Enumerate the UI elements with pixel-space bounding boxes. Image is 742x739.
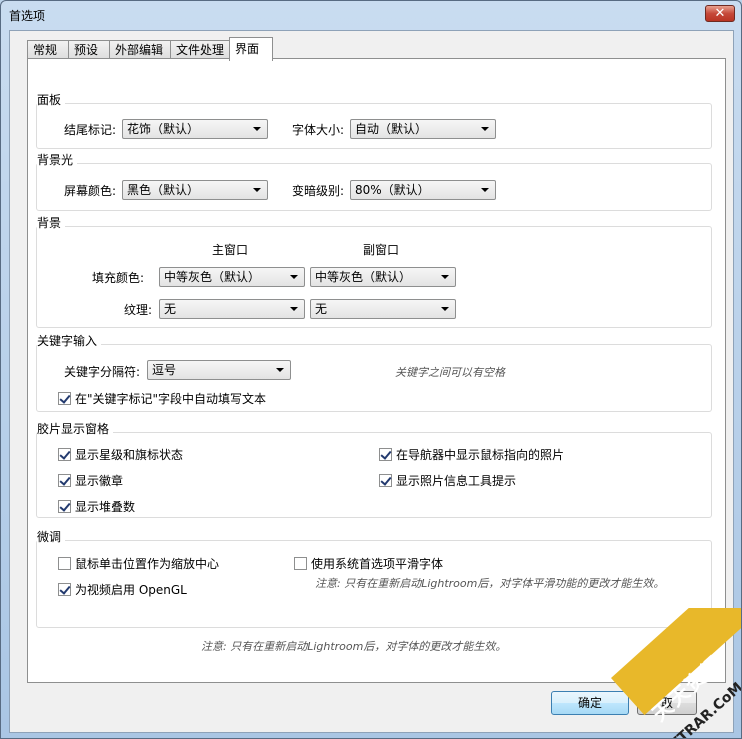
interface-tab-panel: 面板 结尾标记: 花饰（默认） 字体大小: 自动（默认） 背景光 屏幕颜色: 黑…: [27, 58, 726, 683]
autofill-keyword-label: 在"关键字标记"字段中自动填写文本: [75, 392, 267, 406]
filmstrip-group: 胶片显示窗格 显示星级和旗标状态 显示徽章 显示堆叠数 在导航器中显示鼠标指向的…: [36, 420, 712, 518]
autofill-keyword-checkbox[interactable]: 在"关键字标记"字段中自动填写文本: [58, 390, 266, 407]
keyword-separator-label: 关键字分隔符:: [64, 365, 141, 379]
lights-out-group-title: 背景光: [37, 151, 78, 168]
smooth-fonts-label: 使用系统首选项平滑字体: [311, 557, 444, 571]
restart-font-note: 注意: 只有在重新启动Lightroom后，对字体的更改才能生效。: [201, 640, 507, 653]
checkbox-checked-icon: [58, 583, 71, 596]
dim-level-label: 变暗级别:: [292, 184, 345, 198]
show-info-tooltips-label: 显示照片信息工具提示: [396, 474, 517, 488]
font-size-value: 自动（默认）: [355, 122, 428, 136]
secondary-window-header: 副窗口: [363, 243, 400, 257]
texture-label: 纹理:: [124, 303, 153, 317]
keyword-entry-group: 关键字输入 关键字分隔符: 逗号 关键字之间可以有空格 在"关键字标记"字段中自…: [36, 332, 712, 412]
chevron-down-icon: [481, 127, 489, 131]
chevron-down-icon: [290, 307, 298, 311]
chevron-down-icon: [276, 368, 284, 372]
font-size-select[interactable]: 自动（默认）: [350, 119, 496, 139]
main-texture-value: 无: [164, 302, 177, 316]
show-stack-counts-label: 显示堆叠数: [75, 500, 136, 514]
show-badges-label: 显示徽章: [75, 474, 124, 488]
main-fill-color-select[interactable]: 中等灰色（默认）: [159, 267, 305, 287]
show-ratings-checkbox[interactable]: 显示星级和旗标状态: [58, 446, 183, 463]
show-navigator-hover-checkbox[interactable]: 在导航器中显示鼠标指向的照片: [379, 446, 564, 463]
screen-color-select[interactable]: 黑色（默认）: [122, 180, 268, 200]
tab-external-editing[interactable]: 外部编辑: [109, 40, 171, 60]
font-size-label: 字体大小:: [292, 123, 345, 137]
preferences-window: 首选项 ✕ 常规 预设 外部编辑 文件处理 界面 面板 结尾标记: 花饰（默认）…: [0, 0, 742, 739]
filmstrip-group-title: 胶片显示窗格: [37, 420, 114, 437]
secondary-fill-color-select[interactable]: 中等灰色（默认）: [310, 267, 456, 287]
checkbox-checked-icon: [58, 500, 71, 513]
show-info-tooltips-checkbox[interactable]: 显示照片信息工具提示: [379, 472, 516, 489]
window-title: 首选项: [9, 9, 46, 23]
smooth-fonts-checkbox[interactable]: 使用系统首选项平滑字体: [294, 555, 443, 572]
close-button[interactable]: ✕: [705, 5, 735, 22]
checkbox-unchecked-icon: [294, 557, 307, 570]
background-group-title: 背景: [37, 214, 66, 231]
show-navigator-hover-label: 在导航器中显示鼠标指向的照片: [396, 448, 565, 462]
checkbox-checked-icon: [379, 474, 392, 487]
checkbox-checked-icon: [58, 392, 71, 405]
tweaks-group-title: 微调: [37, 528, 66, 545]
chevron-down-icon: [441, 307, 449, 311]
lights-out-group: 背景光 屏幕颜色: 黑色（默认） 变暗级别: 80%（默认）: [36, 151, 712, 211]
tab-interface[interactable]: 界面: [229, 37, 273, 61]
keyword-entry-group-title: 关键字输入: [37, 332, 102, 349]
close-icon: ✕: [714, 6, 726, 21]
panels-group-title: 面板: [37, 91, 66, 108]
zoom-clicked-point-checkbox[interactable]: 鼠标单击位置作为缩放中心: [58, 555, 219, 572]
end-marks-value: 花饰（默认）: [127, 122, 200, 136]
screen-color-label: 屏幕颜色:: [64, 184, 117, 198]
panels-group: 面板 结尾标记: 花饰（默认） 字体大小: 自动（默认）: [36, 91, 712, 149]
chevron-down-icon: [253, 127, 261, 131]
tab-presets[interactable]: 预设: [68, 40, 110, 60]
checkbox-checked-icon: [379, 448, 392, 461]
watermark-logo: 天天资讯 TTRAR.CoM: [591, 608, 741, 738]
chevron-down-icon: [441, 275, 449, 279]
dim-level-value: 80%（默认）: [355, 183, 430, 197]
screen-color-value: 黑色（默认）: [127, 183, 200, 197]
main-fill-color-value: 中等灰色（默认）: [164, 270, 261, 284]
chevron-down-icon: [253, 188, 261, 192]
background-group: 背景 主窗口 副窗口 填充颜色: 中等灰色（默认） 中等灰色（默认） 纹理: 无: [36, 214, 712, 328]
tab-file-handling[interactable]: 文件处理: [170, 40, 230, 60]
fill-color-label: 填充颜色:: [92, 271, 145, 285]
keyword-separator-hint: 关键字之间可以有空格: [395, 366, 505, 379]
keyword-separator-select[interactable]: 逗号: [147, 360, 291, 380]
dim-level-select[interactable]: 80%（默认）: [350, 180, 496, 200]
secondary-texture-value: 无: [315, 302, 328, 316]
secondary-fill-color-value: 中等灰色（默认）: [315, 270, 412, 284]
checkbox-checked-icon: [58, 448, 71, 461]
title-bar[interactable]: 首选项 ✕: [1, 1, 741, 29]
enable-opengl-label: 为视频启用 OpenGL: [75, 583, 187, 597]
show-ratings-label: 显示星级和旗标状态: [75, 448, 184, 462]
chevron-down-icon: [481, 188, 489, 192]
chevron-down-icon: [290, 275, 298, 279]
checkbox-checked-icon: [58, 474, 71, 487]
zoom-clicked-point-label: 鼠标单击位置作为缩放中心: [75, 557, 220, 571]
show-stack-counts-checkbox[interactable]: 显示堆叠数: [58, 498, 135, 515]
tab-general[interactable]: 常规: [27, 40, 69, 60]
show-badges-checkbox[interactable]: 显示徽章: [58, 472, 123, 489]
main-texture-select[interactable]: 无: [159, 299, 305, 319]
end-marks-select[interactable]: 花饰（默认）: [122, 119, 268, 139]
main-window-header: 主窗口: [212, 243, 249, 257]
enable-opengl-checkbox[interactable]: 为视频启用 OpenGL: [58, 581, 187, 598]
secondary-texture-select[interactable]: 无: [310, 299, 456, 319]
end-marks-label: 结尾标记:: [64, 123, 117, 137]
checkbox-unchecked-icon: [58, 557, 71, 570]
smooth-fonts-note: 注意: 只有在重新启动Lightroom后，对字体平滑功能的更改才能生效。: [315, 577, 665, 590]
keyword-separator-value: 逗号: [152, 363, 177, 377]
